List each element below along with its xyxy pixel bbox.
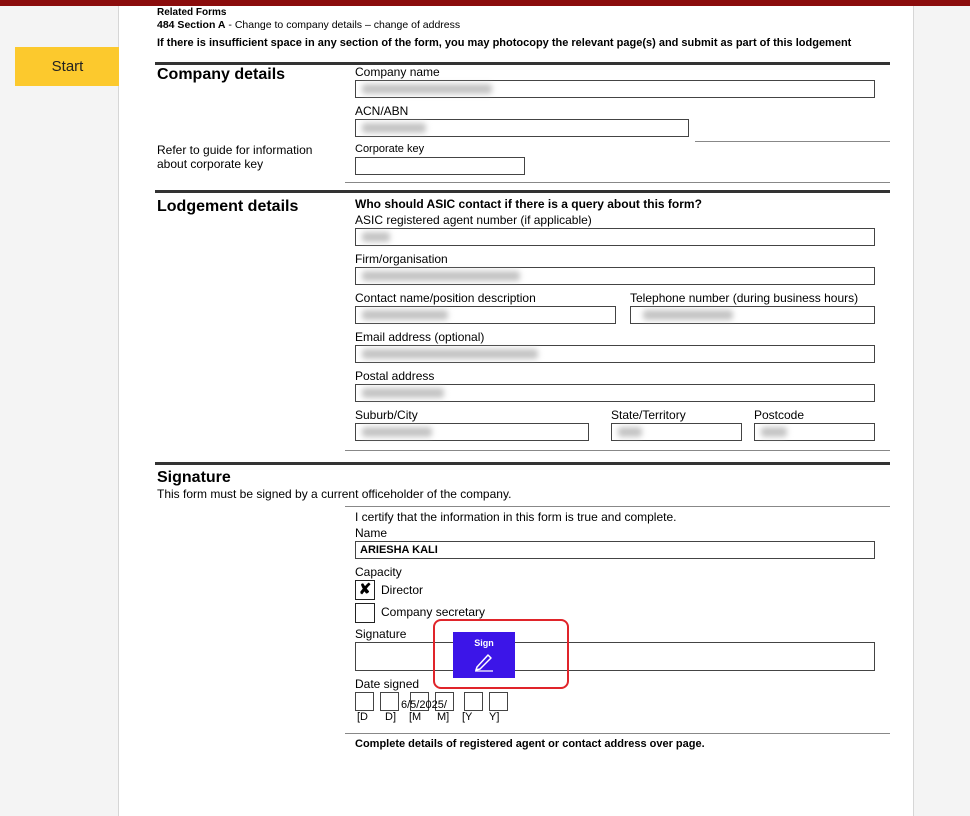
redacted-value: [362, 427, 432, 437]
redacted-value: [362, 123, 426, 133]
postcode-label: Postcode: [754, 408, 805, 422]
sign-button[interactable]: Sign: [453, 632, 515, 678]
signature-heading: Signature: [157, 469, 231, 486]
secretary-label: Company secretary: [381, 605, 486, 619]
date-hint-y2: Y]: [489, 711, 500, 723]
redacted-value: [618, 427, 642, 437]
over-page-note: Complete details of registered agent or …: [355, 738, 705, 750]
date-hint-y1: [Y: [462, 711, 473, 723]
company-bottom-rule: [345, 182, 890, 183]
related-form-line: 484 Section A - Change to company detail…: [157, 19, 460, 31]
pen-icon: [475, 654, 493, 672]
related-form-code: 484 Section A: [157, 19, 226, 31]
acn-abn-field[interactable]: [355, 119, 689, 137]
contact-name-label: Contact name/position description: [355, 291, 536, 305]
company-details-heading: Company details: [157, 66, 286, 83]
company-name-label: Company name: [355, 65, 440, 79]
firm-field[interactable]: [355, 267, 875, 285]
date-year-box-1[interactable]: [464, 692, 483, 711]
firm-label: Firm/organisation: [355, 252, 448, 266]
photocopy-notice: If there is insufficient space in any se…: [157, 37, 852, 49]
date-signed-value: 6/5/2025/: [401, 699, 447, 711]
suburb-label: Suburb/City: [355, 408, 418, 422]
lodgement-details-heading: Lodgement details: [157, 198, 299, 215]
redacted-value: [362, 388, 444, 398]
certify-statement: I certify that the information in this f…: [355, 510, 677, 524]
director-checkbox[interactable]: ✘: [355, 580, 375, 600]
acn-divider: [695, 141, 890, 142]
guide-text-line1: Refer to guide for information: [157, 143, 313, 157]
signature-top-rule: [345, 506, 890, 507]
start-button[interactable]: Start: [15, 47, 120, 86]
redacted-value: [643, 310, 733, 320]
telephone-field[interactable]: [630, 306, 875, 324]
agent-number-label: ASIC registered agent number (if applica…: [355, 213, 592, 227]
agent-number-field[interactable]: [355, 228, 875, 246]
date-year-box-2[interactable]: [489, 692, 508, 711]
state-label: State/Territory: [611, 408, 686, 422]
date-signed-label: Date signed: [355, 677, 420, 691]
redacted-value: [362, 349, 538, 359]
email-field[interactable]: [355, 345, 875, 363]
right-divider: [913, 6, 914, 816]
redacted-value: [362, 232, 390, 242]
sign-button-label: Sign: [474, 638, 494, 648]
redacted-value: [362, 84, 492, 94]
right-panel: [914, 6, 970, 816]
contact-name-field[interactable]: [355, 306, 616, 324]
related-form-desc: - Change to company details – change of …: [225, 19, 461, 31]
lodgement-bottom-rule: [345, 450, 890, 451]
director-label: Director: [381, 583, 424, 597]
secretary-checkbox[interactable]: [355, 603, 375, 623]
signature-bottom-rule: [345, 733, 890, 734]
postal-address-field[interactable]: [355, 384, 875, 402]
date-hint-d2: D]: [385, 711, 396, 723]
redacted-value: [761, 427, 787, 437]
signatory-name-field[interactable]: ARIESHA KALI: [355, 541, 875, 559]
signatory-name-value: ARIESHA KALI: [360, 544, 438, 556]
section-rule-lodgement: [155, 190, 890, 193]
signature-subtitle: This form must be signed by a current of…: [157, 487, 512, 501]
signatory-name-label: Name: [355, 526, 388, 540]
date-hint-m2: M]: [437, 711, 450, 723]
postal-address-label: Postal address: [355, 369, 435, 383]
corporate-key-label: Corporate key: [355, 143, 425, 155]
acn-abn-label: ACN/ABN: [355, 104, 409, 118]
section-rule-company: [155, 62, 890, 65]
telephone-label: Telephone number (during business hours): [630, 291, 859, 305]
section-rule-signature: [155, 462, 890, 465]
postcode-field[interactable]: [754, 423, 875, 441]
date-day-box-1[interactable]: [355, 692, 374, 711]
asic-query-question: Who should ASIC contact if there is a qu…: [355, 197, 702, 211]
redacted-value: [362, 271, 520, 281]
guide-text-line2: about corporate key: [157, 157, 264, 171]
form-page: Related Forms 484 Section A - Change to …: [119, 6, 913, 816]
redacted-value: [362, 310, 448, 320]
company-name-field[interactable]: [355, 80, 875, 98]
date-day-box-2[interactable]: [380, 692, 399, 711]
date-hint-d1: [D: [357, 711, 368, 723]
capacity-label: Capacity: [355, 565, 402, 579]
suburb-field[interactable]: [355, 423, 589, 441]
state-field[interactable]: [611, 423, 742, 441]
email-label: Email address (optional): [355, 330, 485, 344]
corporate-key-field[interactable]: [355, 157, 525, 175]
signature-label: Signature: [355, 627, 407, 641]
date-hint-m1: [M: [409, 711, 422, 723]
related-forms-title: Related Forms: [157, 7, 227, 18]
left-panel: [0, 6, 118, 816]
